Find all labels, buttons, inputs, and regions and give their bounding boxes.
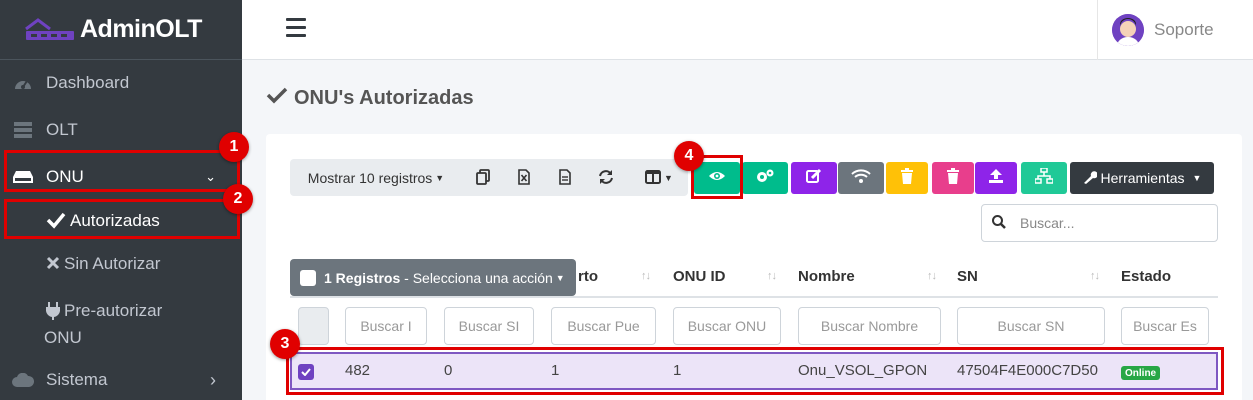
column-header-onu-id[interactable]: ONU ID [673,268,726,285]
adminolt-logo-icon [22,17,76,43]
top-navbar: Soporte [242,0,1253,60]
times-icon [46,254,60,277]
chevron-right-icon: › [210,369,216,390]
copy-button[interactable] [466,162,500,194]
annotation-marker-2: 2 [223,184,253,214]
filter-sn-input[interactable]: Buscar SN [957,307,1105,345]
filter-port-input[interactable]: Buscar Pue [551,307,656,345]
edit-button[interactable] [791,162,837,194]
sidebar-item-label: OLT [46,120,78,139]
menu-toggle-icon[interactable] [286,18,306,42]
annotation-box-row [286,347,1224,395]
configure-button[interactable] [742,162,788,194]
filter-onu-id-input[interactable]: Buscar ONU [673,307,781,345]
wrench-icon [1083,170,1098,187]
annotation-marker-1: 1 [219,132,249,162]
tools-label: Herramientas [1100,170,1185,186]
search-field[interactable]: Buscar... [981,204,1218,242]
sidebar-item-olt[interactable]: OLT [0,119,242,141]
caret-down-icon: ▼ [664,173,673,183]
server-icon [12,122,34,138]
column-header-nombre[interactable]: Nombre [798,268,855,285]
user-menu[interactable]: Soporte [1097,0,1253,60]
tachometer-icon [12,75,34,91]
brand[interactable]: AdminOLT [0,0,242,60]
page-title-text: ONU's Autorizadas [294,86,474,109]
edit-icon [806,168,822,189]
sort-icon[interactable]: ↑↓ [1090,270,1100,282]
annotation-marker-3: 3 [270,329,300,359]
sidebar-item-label: Sistema [46,370,108,389]
columns-toggle-button[interactable]: ▼ [637,162,681,194]
table-header-divider [290,296,1218,298]
brand-name: AdminOLT [80,15,202,43]
sidebar-item-dashboard[interactable]: Dashboard [0,72,242,94]
caret-down-icon: ▼ [1192,173,1202,183]
plug-icon [46,301,60,328]
filter-slot-input[interactable]: Buscar SI [444,307,534,345]
show-records-label: Mostrar 10 registros [307,170,433,186]
avatar [1112,14,1144,46]
filter-checkbox-cell [298,307,329,345]
sidebar-item-sistema[interactable]: Sistema › [0,369,242,391]
wifi-icon [851,168,871,188]
delete-button-pink[interactable] [932,162,974,194]
bulk-action-dropdown[interactable]: 1 Registros - Selecciona una acción ▼ [290,259,576,296]
file-excel-icon [518,168,530,188]
wifi-button[interactable] [838,162,884,194]
select-all-checkbox[interactable] [300,269,316,286]
sidebar-subitem-pre-autorizar[interactable]: Pre-autorizar ONU [0,297,242,351]
sort-icon[interactable]: ↑↓ [767,270,777,282]
sort-icon[interactable]: ↑↓ [641,270,651,282]
annotation-box-autorizadas [4,199,240,239]
trash-icon [901,167,913,189]
column-header-sn[interactable]: SN [957,268,978,285]
sidebar-subitem-sin-autorizar[interactable]: Sin Autorizar [0,254,242,277]
page-title: ONU's Autorizadas [266,86,474,110]
delete-button-yellow[interactable] [886,162,928,194]
cloud-icon [12,373,34,387]
bulk-action-label: - Selecciona una acción [400,269,553,286]
show-records-dropdown[interactable]: Mostrar 10 registros ▼ [296,162,456,194]
check-icon [266,86,288,110]
sort-icon[interactable]: ↑↓ [927,270,937,282]
file-text-icon [559,168,571,188]
cogs-icon [755,168,775,189]
csv-export-button[interactable] [548,162,582,194]
columns-icon [645,169,662,187]
refresh-icon [598,169,614,188]
trash-icon [947,167,959,189]
sidebar-subitem-label-line2: ONU [44,328,82,347]
filter-status-input[interactable]: Buscar Es [1121,307,1209,345]
sitemap-icon [1034,166,1054,189]
sidebar-subitem-label: Pre-autorizar ONU [44,297,163,351]
annotation-marker-4: 4 [674,141,704,171]
filter-id-input[interactable]: Buscar I [345,307,427,345]
annotation-box-onu [4,150,240,192]
column-header-puerto[interactable]: rto [578,268,598,285]
excel-export-button[interactable] [507,162,541,194]
search-icon [992,214,1006,232]
copy-icon [476,168,490,188]
sidebar-subitem-label-line1: Pre-autorizar [64,301,163,320]
filter-name-input[interactable]: Buscar Nombre [798,307,941,345]
network-button[interactable] [1021,162,1067,194]
column-header-estado[interactable]: Estado [1121,268,1171,285]
selected-count: 1 Registros [324,269,401,286]
caret-down-icon: ▼ [555,272,565,283]
refresh-button[interactable] [589,162,623,194]
search-placeholder: Buscar... [1020,215,1075,231]
upload-icon [988,168,1004,189]
tools-dropdown[interactable]: Herramientas ▼ [1070,162,1214,194]
user-name: Soporte [1154,20,1214,39]
upload-button[interactable] [975,162,1017,194]
caret-down-icon: ▼ [435,173,445,183]
sidebar-subitem-label: Sin Autorizar [64,254,161,273]
sidebar-item-label: Dashboard [46,73,130,92]
